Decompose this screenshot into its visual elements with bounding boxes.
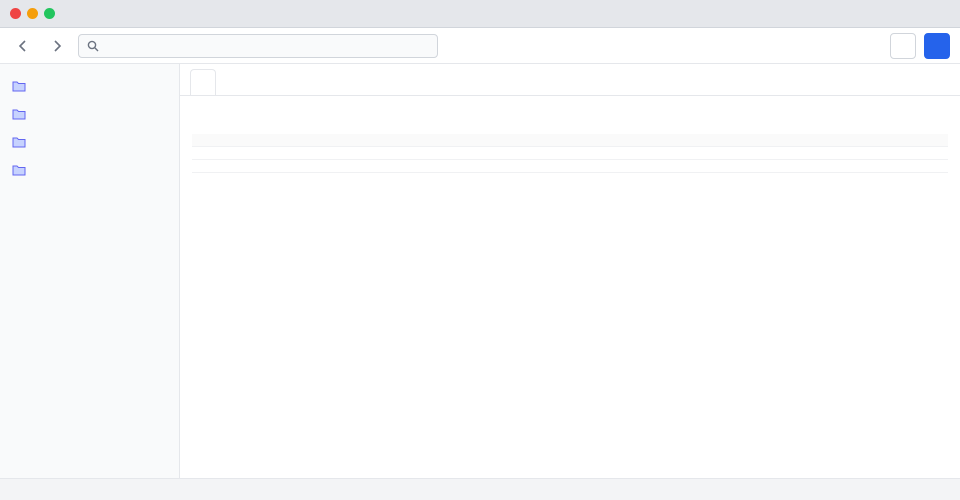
main-panel: [180, 64, 960, 478]
folder-icon: [12, 109, 26, 120]
folder-icon: [12, 81, 26, 92]
table-row[interactable]: [192, 146, 948, 160]
toolbar: [0, 28, 960, 64]
folder-icon: [12, 137, 26, 148]
primary-button[interactable]: [924, 32, 950, 59]
table-cell: [444, 146, 696, 160]
app-window: [0, 0, 960, 500]
table-cell: [444, 159, 696, 173]
title-bar: [0, 0, 960, 28]
chevron-right-icon: [54, 39, 62, 52]
sidebar-item-1[interactable]: [0, 72, 179, 100]
tab-2[interactable]: [218, 69, 244, 95]
table-header-row: [192, 134, 948, 147]
column-header[interactable]: [444, 134, 696, 147]
table-cell: [192, 146, 444, 160]
chevron-left-icon: [18, 39, 26, 52]
forward-button[interactable]: [44, 33, 70, 59]
app-body: [0, 64, 960, 478]
table-cell: [696, 146, 948, 160]
maximize-window-button[interactable]: [44, 8, 55, 19]
minimize-window-button[interactable]: [27, 8, 38, 19]
window-controls: [10, 8, 55, 19]
data-table: [192, 134, 948, 173]
back-button[interactable]: [10, 33, 36, 59]
tab-1[interactable]: [190, 69, 216, 95]
sidebar-item-3[interactable]: [0, 128, 179, 156]
table-cell: [696, 159, 948, 173]
sidebar-item-4[interactable]: [0, 156, 179, 184]
status-bar: [0, 478, 960, 500]
folder-icon: [12, 165, 26, 176]
secondary-button[interactable]: [890, 32, 916, 59]
search-icon: [87, 40, 99, 51]
content-area: [180, 96, 960, 478]
close-window-button[interactable]: [10, 8, 21, 19]
tab-strip: [180, 64, 960, 96]
search-input[interactable]: [105, 38, 429, 53]
table-cell: [192, 159, 444, 173]
column-header[interactable]: [696, 134, 948, 147]
page-title: [192, 108, 948, 126]
search-box[interactable]: [78, 33, 438, 58]
sidebar-item-2[interactable]: [0, 100, 179, 128]
table-row[interactable]: [192, 159, 948, 173]
column-header[interactable]: [192, 134, 444, 147]
sidebar: [0, 64, 180, 478]
